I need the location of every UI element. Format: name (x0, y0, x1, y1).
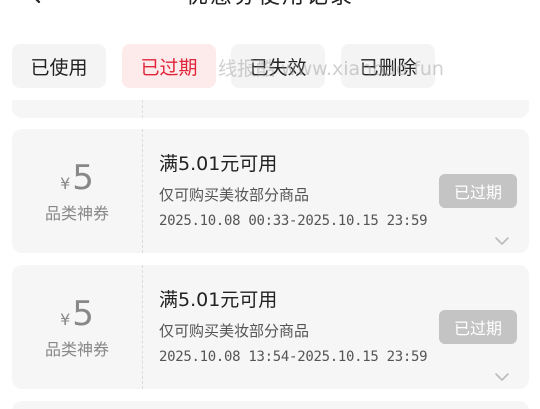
coupon-card-partial (12, 100, 529, 118)
tab-deleted[interactable]: 已删除 (341, 44, 435, 88)
coupon-body: 满5.01元可用 仅可购买美妆部分商品 2025.10.08 00:33-202… (159, 149, 429, 229)
coupon-card[interactable]: ¥ 5 品类神券 满5.01元可用 仅可购买美妆部分商品 2025.10.08 … (12, 265, 529, 389)
coupon-validity: 2025.10.08 13:54-2025.10.15 23:59 (159, 349, 428, 365)
amount-value: 5 (72, 294, 94, 334)
amount-value: 5 (72, 158, 94, 198)
coupon-card[interactable]: ¥ 5 品类神券 满5.01元可用 仅可购买美妆部分商品 2025.10.08 … (12, 129, 529, 253)
coupon-stub: ¥ 5 品类神券 (12, 265, 142, 389)
coupon-type: 品类神券 (44, 204, 109, 223)
coupon-card-partial (12, 401, 529, 409)
coupon-validity: 2025.10.08 00:33-2025.10.15 23:59 (159, 213, 428, 229)
currency-symbol: ¥ (60, 310, 71, 329)
coupon-body: 满5.01元可用 仅可购买美妆部分商品 2025.10.08 13:54-202… (159, 285, 429, 365)
card-divider (142, 265, 143, 389)
coupon-amount: ¥ 5 (60, 294, 94, 334)
coupon-amount: ¥ 5 (60, 158, 94, 198)
coupon-stub: ¥ 5 品类神券 (12, 129, 142, 253)
coupon-title: 满5.01元可用 (159, 153, 278, 175)
tab-expired[interactable]: 已过期 (122, 44, 216, 88)
status-tabs: 已使用 已过期 已失效 已删除 (0, 44, 540, 88)
chevron-down-icon[interactable] (495, 367, 509, 381)
expired-status-button[interactable]: 已过期 (439, 174, 517, 208)
card-divider (142, 100, 143, 118)
expired-status-button[interactable]: 已过期 (439, 310, 517, 344)
coupon-description: 仅可购买美妆部分商品 (159, 322, 310, 340)
currency-symbol: ¥ (60, 174, 71, 193)
tab-used[interactable]: 已使用 (12, 44, 106, 88)
coupon-history-page: 优惠券使用记录 已使用 已过期 已失效 已删除 ¥ 5 品类神券 满5.01元可… (0, 0, 540, 409)
page-title: 优惠券使用记录 (186, 0, 354, 10)
coupon-type: 品类神券 (44, 340, 109, 359)
back-arrow-icon[interactable] (24, 0, 48, 6)
top-bar: 优惠券使用记录 (0, 0, 540, 10)
tab-invalid[interactable]: 已失效 (231, 44, 325, 88)
coupon-title: 满5.01元可用 (159, 289, 278, 311)
coupon-description: 仅可购买美妆部分商品 (159, 186, 310, 204)
card-divider (142, 129, 143, 253)
chevron-down-icon[interactable] (495, 231, 509, 245)
